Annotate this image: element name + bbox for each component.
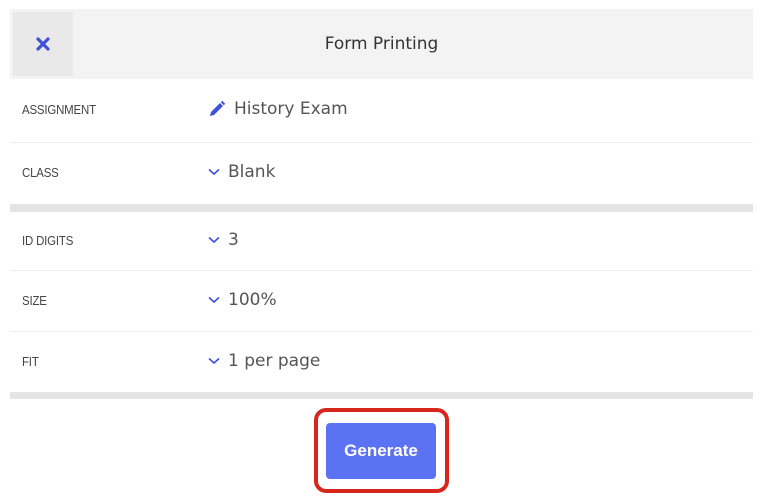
form-printing-dialog: Form Printing ASSIGNMENT History Exam CL… — [0, 0, 763, 502]
row-class: CLASS Blank — [10, 142, 753, 204]
section-divider — [10, 204, 753, 212]
fit-dropdown[interactable]: 1 per page — [208, 351, 320, 371]
class-dropdown[interactable]: Blank — [208, 162, 275, 182]
id-digits-value-text: 3 — [228, 230, 239, 250]
class-value-text: Blank — [228, 162, 276, 182]
id-digits-label: ID DIGITS — [22, 233, 74, 248]
row-fit: FIT 1 per page — [10, 332, 753, 392]
size-label: SIZE — [22, 293, 47, 308]
row-id-digits: ID DIGITS 3 — [10, 212, 753, 271]
section-divider-bottom — [10, 392, 753, 399]
chevron-down-icon — [208, 296, 220, 304]
row-assignment: ASSIGNMENT History Exam — [10, 79, 753, 143]
fit-value-text: 1 per page — [228, 351, 321, 371]
size-dropdown[interactable]: 100% — [208, 290, 277, 310]
dialog-header: Form Printing — [10, 9, 753, 79]
assignment-value[interactable]: History Exam — [208, 99, 348, 119]
size-value-text: 100% — [228, 290, 277, 310]
chevron-down-icon — [208, 168, 220, 176]
assignment-value-text: History Exam — [234, 99, 348, 119]
row-size: SIZE 100% — [10, 271, 753, 332]
generate-button[interactable]: Generate — [326, 423, 436, 479]
id-digits-dropdown[interactable]: 3 — [208, 230, 239, 250]
close-icon — [35, 36, 51, 52]
fit-label: FIT — [22, 354, 39, 369]
pencil-icon — [208, 100, 226, 118]
class-label: CLASS — [22, 165, 59, 180]
chevron-down-icon — [208, 236, 220, 244]
chevron-down-icon — [208, 357, 220, 365]
close-button[interactable] — [13, 12, 73, 76]
assignment-label: ASSIGNMENT — [22, 102, 96, 117]
dialog-title: Form Printing — [324, 34, 439, 54]
